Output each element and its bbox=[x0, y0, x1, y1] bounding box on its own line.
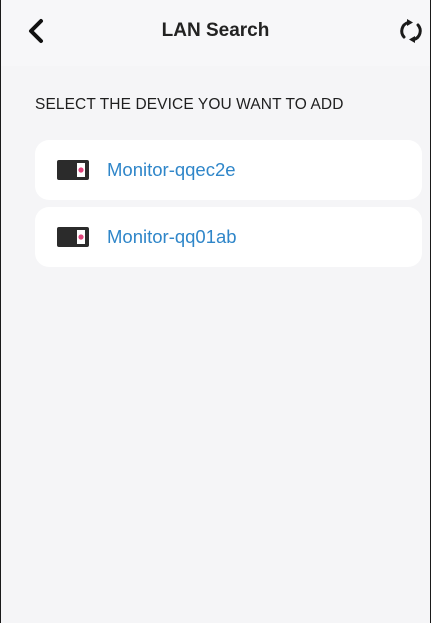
refresh-button[interactable] bbox=[394, 14, 428, 48]
device-name: Monitor-qqec2e bbox=[107, 159, 236, 180]
monitor-device-icon bbox=[57, 160, 89, 180]
device-item-monitor-qq01ab[interactable]: Monitor-qq01ab bbox=[35, 207, 422, 267]
device-name: Monitor-qq01ab bbox=[107, 226, 237, 247]
device-item-monitor-qqec2e[interactable]: Monitor-qqec2e bbox=[35, 140, 422, 200]
page-title: LAN Search bbox=[161, 20, 270, 41]
top-bar: LAN Search bbox=[1, 0, 430, 66]
refresh-icon bbox=[400, 19, 422, 43]
device-list: Monitor-qqec2e Monitor-qq01ab bbox=[35, 140, 422, 274]
select-device-label: SELECT THE DEVICE YOU WANT TO ADD bbox=[35, 96, 344, 113]
lan-search-screen: LAN Search SELECT THE DEVICE YOU WANT TO… bbox=[0, 0, 431, 623]
monitor-device-icon bbox=[57, 227, 89, 247]
